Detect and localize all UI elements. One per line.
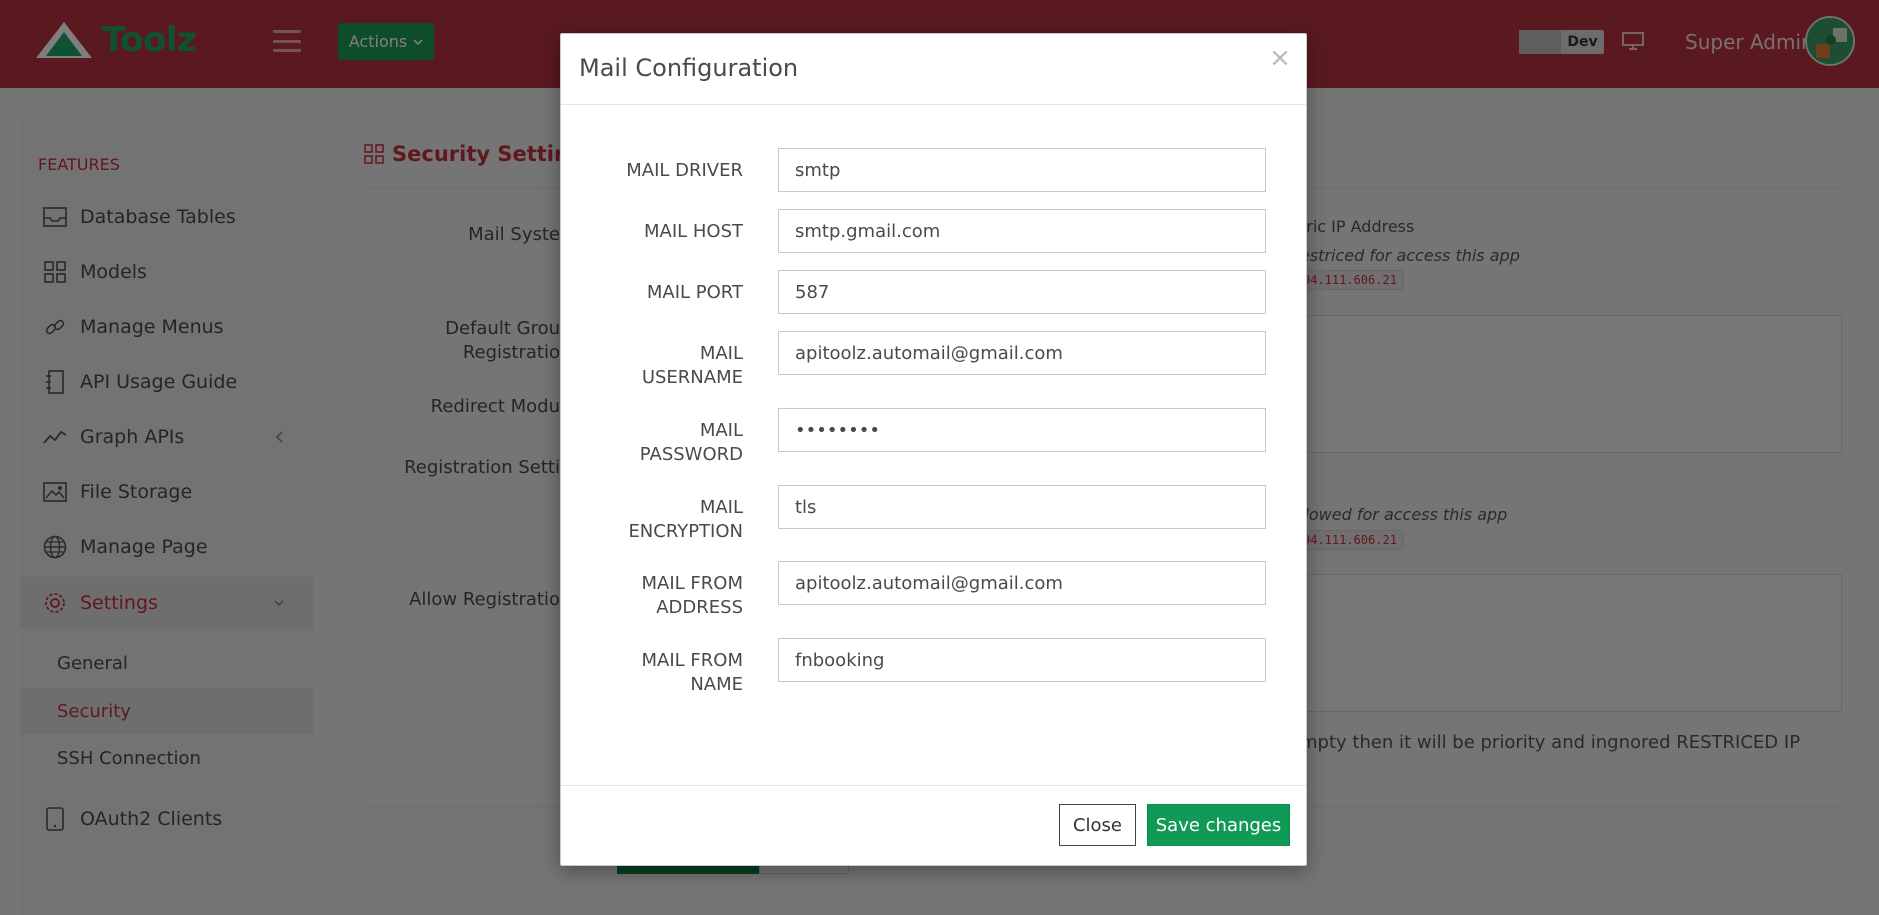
mail-port-input[interactable] <box>778 270 1266 314</box>
mail-from-name-label: MAIL FROM NAME <box>641 650 743 695</box>
mail-from-name-input[interactable] <box>778 638 1266 682</box>
mail-driver-label: MAIL DRIVER <box>626 160 743 181</box>
mail-encryption-input[interactable] <box>778 485 1266 529</box>
close-icon[interactable]: × <box>1268 43 1292 73</box>
modal-header: Mail Configuration × <box>561 34 1306 105</box>
mail-host-input[interactable] <box>778 209 1266 253</box>
mail-username-input[interactable] <box>778 331 1266 375</box>
mail-username-label: MAIL USERNAME <box>641 343 743 388</box>
mail-encryption-label: MAIL ENCRYPTION <box>628 497 743 542</box>
mail-from-address-input[interactable] <box>778 561 1266 605</box>
mail-password-input[interactable] <box>778 408 1266 452</box>
mail-from-address-label: MAIL FROM ADDRESS <box>641 573 743 618</box>
mail-port-label: MAIL PORT <box>646 282 743 303</box>
close-button[interactable]: Close <box>1059 804 1136 846</box>
save-changes-button[interactable]: Save changes <box>1147 804 1290 846</box>
modal-title: Mail Configuration <box>579 54 799 82</box>
mail-password-label: MAIL PASSWORD <box>639 420 743 465</box>
modal-footer-divider <box>561 785 1306 786</box>
mail-configuration-modal: Mail Configuration × MAIL DRIVER MAIL HO… <box>560 33 1307 866</box>
mail-driver-input[interactable] <box>778 148 1266 192</box>
mail-host-label: MAIL HOST <box>643 221 743 242</box>
